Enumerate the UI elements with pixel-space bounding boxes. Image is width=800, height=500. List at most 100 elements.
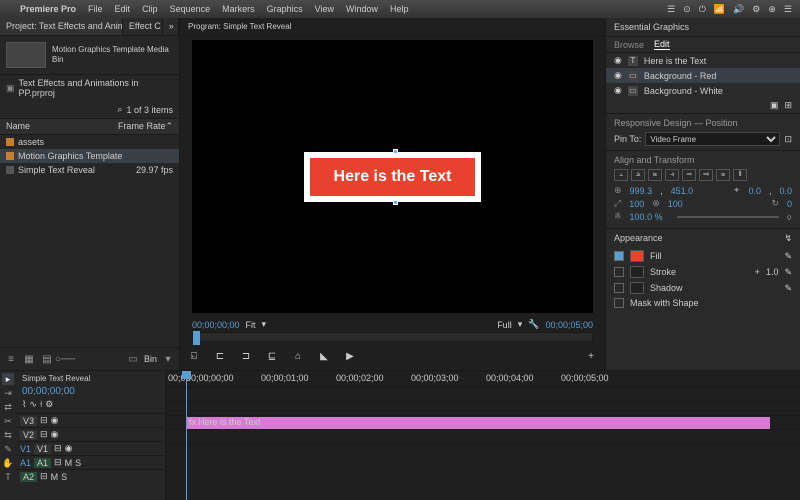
handle-icon[interactable] — [393, 149, 398, 154]
track-a2[interactable] — [166, 443, 800, 457]
scale-h[interactable]: 100 — [668, 199, 683, 209]
menu-clip[interactable]: Clip — [142, 4, 158, 14]
timeline-playhead[interactable] — [186, 371, 187, 500]
link-icon[interactable]: ∿ — [29, 399, 37, 410]
tray-icon[interactable]: ⊕ — [768, 4, 776, 15]
marker-icon[interactable]: ⍿ — [40, 399, 42, 410]
program-ruler[interactable] — [192, 332, 593, 342]
slip-icon[interactable]: ⇆ — [2, 429, 14, 441]
selection-tool-icon[interactable]: ▸ — [2, 373, 14, 385]
eyedropper-icon[interactable]: ✎ — [784, 267, 792, 278]
list-view-icon[interactable]: ≡ — [4, 352, 18, 366]
wrench-icon[interactable]: 🔧 — [528, 319, 539, 330]
track-a1[interactable] — [166, 429, 800, 443]
align-right-icon[interactable]: ⫢ — [648, 169, 662, 181]
tab-edit[interactable]: Edit — [654, 39, 670, 50]
menu-help[interactable]: Help — [390, 4, 409, 14]
freeform-view-icon[interactable]: ▤ — [40, 352, 54, 366]
tab-browse[interactable]: Browse — [614, 40, 644, 50]
rotation[interactable]: 0 — [787, 199, 792, 209]
project-file-row[interactable]: ▣ Text Effects and Animations in PP.prpr… — [0, 75, 179, 101]
stroke-swatch[interactable] — [630, 266, 644, 278]
menu-window[interactable]: Window — [346, 4, 378, 14]
pos-y[interactable]: 451.0 — [671, 186, 694, 196]
stroke-checkbox[interactable] — [614, 267, 624, 277]
fill-swatch[interactable] — [630, 250, 644, 262]
program-monitor[interactable]: Here is the Text — [192, 40, 593, 313]
timeline-timecode[interactable]: 00;00;00;00 — [16, 386, 165, 399]
app-name[interactable]: Premiere Pro — [20, 4, 76, 14]
align-left-icon[interactable]: ⫠ — [614, 169, 628, 181]
opacity[interactable]: 100.0 % — [630, 212, 663, 222]
chevron-down-icon[interactable]: ▾ — [262, 319, 267, 330]
zoom-fit-dropdown[interactable]: Fit — [246, 320, 256, 330]
icon-view-icon[interactable]: ▦ — [22, 352, 36, 366]
distribute-icon[interactable]: ≡ — [716, 169, 730, 181]
timeline-area[interactable]: 00;00 00;00;00;00 00;00;01;00 00;00;02;0… — [166, 371, 800, 500]
scale-w[interactable]: 100 — [629, 199, 644, 209]
menu-markers[interactable]: Markers — [222, 4, 255, 14]
chevron-down-icon[interactable]: ▾ — [161, 352, 175, 366]
opacity-slider[interactable] — [677, 216, 779, 218]
menu-edit[interactable]: Edit — [115, 4, 131, 14]
link-icon[interactable]: ⊗ — [652, 198, 660, 209]
list-item[interactable]: assets — [0, 135, 179, 149]
anchor-y[interactable]: 0.0 — [779, 186, 792, 196]
pin-target-icon[interactable]: ⊡ — [784, 134, 792, 145]
menu-graphics[interactable]: Graphics — [267, 4, 303, 14]
eye-icon[interactable]: ◉ — [614, 70, 622, 81]
new-bin-icon[interactable]: ▭ — [126, 352, 140, 366]
fill-checkbox[interactable] — [614, 251, 624, 261]
col-name[interactable]: Name — [6, 121, 118, 132]
ripple-edit-icon[interactable]: ⇄ — [2, 401, 14, 413]
pin-dropdown[interactable]: Video Frame — [645, 132, 780, 146]
mask-checkbox[interactable] — [614, 298, 624, 308]
shadow-checkbox[interactable] — [614, 283, 624, 293]
layer-row[interactable]: ◉ ▭ Background - White — [606, 83, 800, 98]
effects-tab[interactable]: Effect C… — [123, 18, 163, 35]
wrench-icon[interactable]: ↯ — [784, 233, 792, 244]
tray-icon[interactable]: ⏻ — [699, 4, 706, 15]
project-tab[interactable]: Project: Text Effects and Animations in … — [0, 18, 123, 35]
track-header-v1[interactable]: V1V1⊟◉ — [16, 441, 165, 455]
graphic-text[interactable]: Here is the Text — [310, 158, 476, 196]
layer-row[interactable]: ◉ T Here is the Text — [606, 53, 800, 68]
out-icon[interactable]: ⊐ — [238, 348, 254, 364]
tray-icon[interactable]: ⚙ — [752, 4, 760, 15]
tray-icon[interactable]: ☰ — [667, 4, 675, 15]
pen-icon[interactable]: ✎ — [2, 443, 14, 455]
step-back-icon[interactable]: ⊑ — [264, 348, 280, 364]
layer-row[interactable]: ◉ ▭ Background - Red — [606, 68, 800, 83]
system-tray[interactable]: ☰ ⊙ ⏻ 📶 🔊 ⚙ ⊕ ☰ — [667, 4, 792, 15]
anchor-x[interactable]: 0.0 — [748, 186, 761, 196]
graphic-background-white[interactable]: Here is the Text — [304, 152, 482, 202]
zoom-slider[interactable]: ○── — [58, 352, 72, 366]
eyedropper-icon[interactable]: ✎ — [784, 283, 792, 294]
settings-icon[interactable]: ⚙ — [45, 399, 53, 410]
eye-icon[interactable]: ◉ — [614, 55, 622, 66]
current-timecode[interactable]: 00;00;00;00 — [192, 320, 240, 330]
group-layer-icon[interactable]: ⊞ — [784, 100, 792, 111]
step-fwd-icon[interactable]: ◣ — [316, 348, 332, 364]
track-v3[interactable] — [166, 387, 800, 401]
eye-icon[interactable]: ◉ — [614, 85, 622, 96]
clip[interactable]: fx Here is the Text — [186, 417, 770, 429]
menu-file[interactable]: File — [88, 4, 103, 14]
chevron-down-icon[interactable]: ▾ — [518, 319, 523, 330]
pos-x[interactable]: 999.3 — [630, 186, 653, 196]
track-header-a2[interactable]: A2⊟MS — [16, 469, 165, 483]
track-header-v3[interactable]: V3⊟◉ — [16, 413, 165, 427]
tray-icon[interactable]: ☰ — [784, 4, 792, 15]
resolution-dropdown[interactable]: Full — [497, 320, 512, 330]
align-center-v-icon[interactable]: ⫤ — [682, 169, 696, 181]
align-bottom-icon[interactable]: ⫥ — [699, 169, 713, 181]
eyedropper-icon[interactable]: ✎ — [784, 251, 792, 262]
panel-menu-icon[interactable]: » — [163, 18, 179, 35]
track-select-icon[interactable]: ⇥ — [2, 387, 14, 399]
in-icon[interactable]: ⊏ — [212, 348, 228, 364]
filter-icon[interactable]: ⌕ — [117, 104, 122, 115]
chevron-down-icon[interactable]: ⌃ — [165, 121, 173, 132]
handle-icon[interactable] — [393, 200, 398, 205]
play-icon[interactable]: ▶ — [342, 348, 358, 364]
align-center-h-icon[interactable]: ⫡ — [631, 169, 645, 181]
